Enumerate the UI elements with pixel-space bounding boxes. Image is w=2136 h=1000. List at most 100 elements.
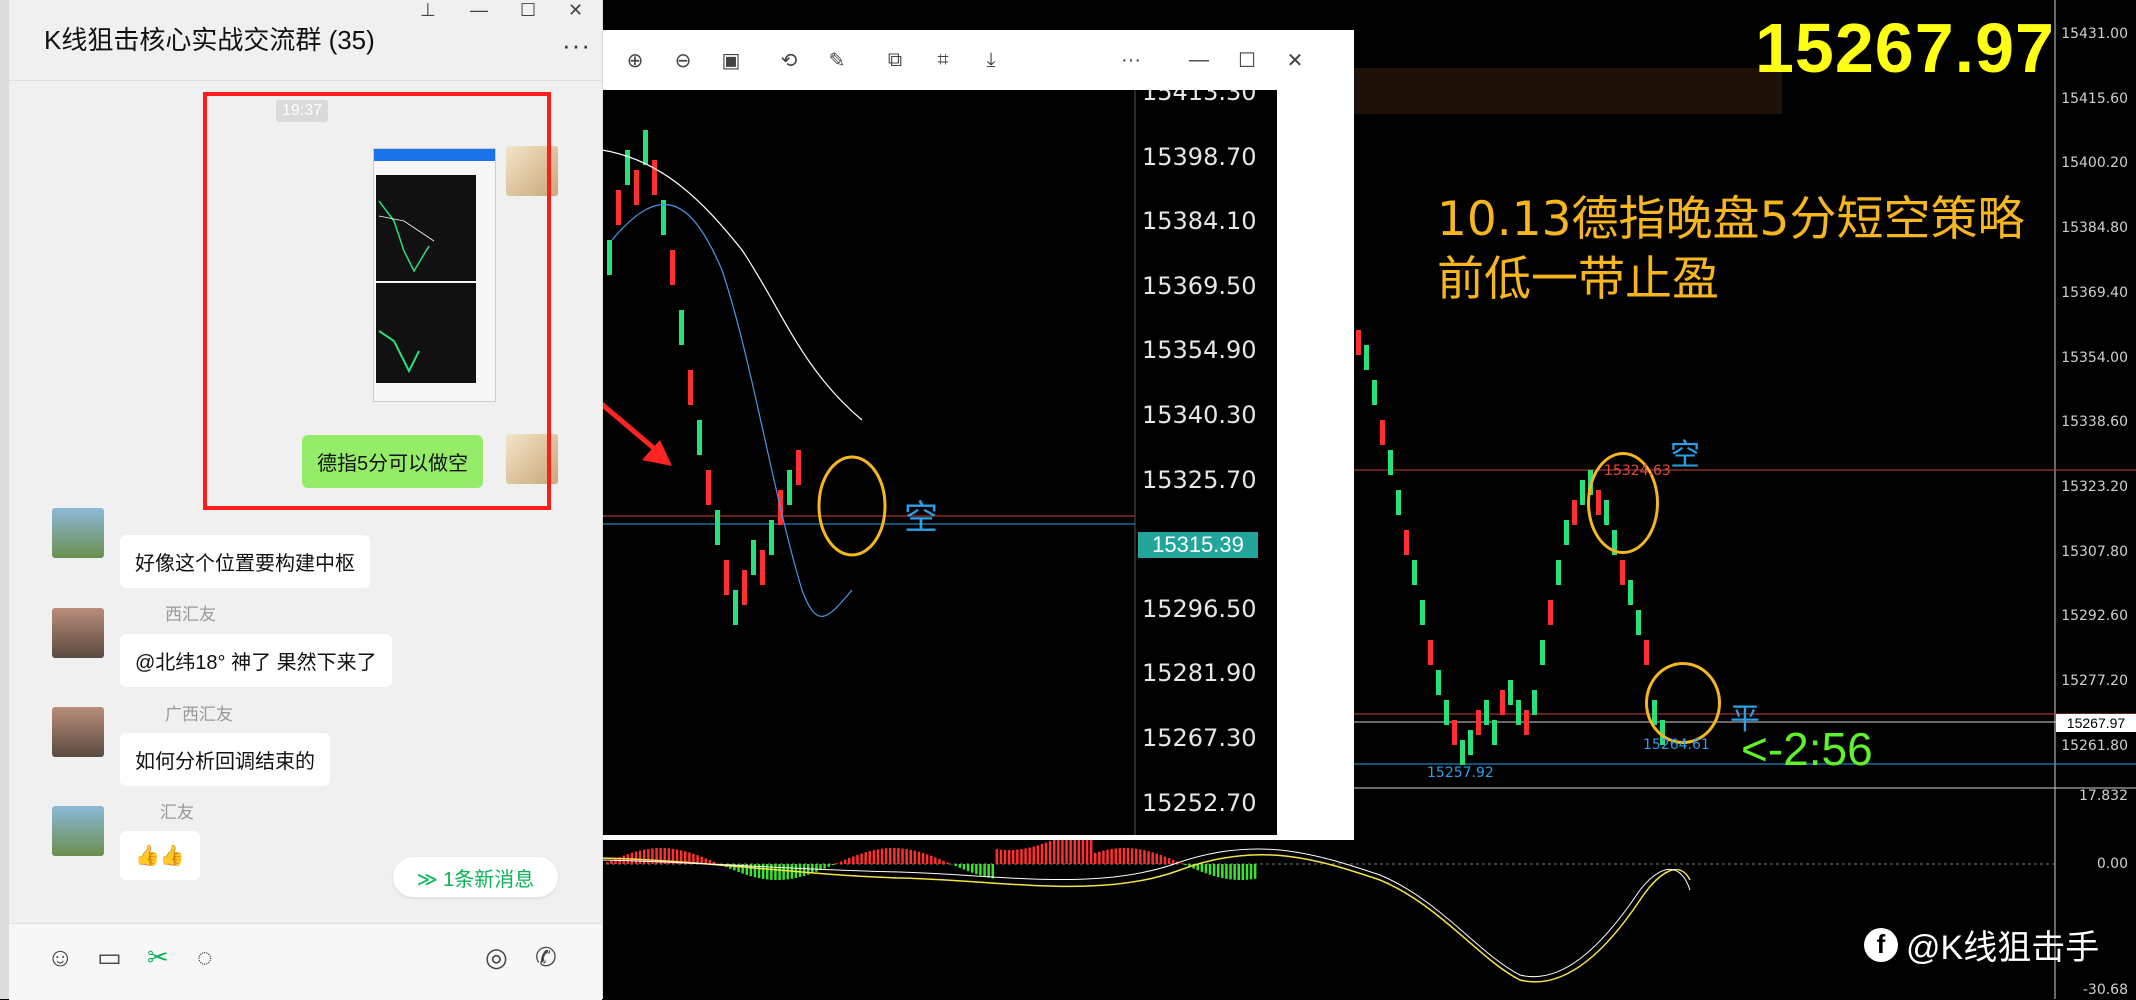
fit-icon[interactable]: ▣ bbox=[716, 45, 746, 75]
download-icon[interactable]: ⤓ bbox=[976, 45, 1006, 75]
macd-bar bbox=[1242, 864, 1245, 880]
macd-bar bbox=[992, 864, 995, 878]
price-axis-label: 15292.60 bbox=[2061, 608, 2128, 624]
member-avatar[interactable] bbox=[52, 806, 104, 856]
info-band bbox=[1354, 68, 1782, 114]
macd-bar bbox=[987, 864, 990, 878]
candle bbox=[697, 420, 702, 455]
record-icon[interactable]: ◎ bbox=[485, 942, 508, 973]
macd-bar bbox=[610, 860, 613, 864]
close-icon[interactable]: ✕ bbox=[568, 0, 583, 21]
chat-window[interactable]: K线狙击核心实战交流群 (35) ··· ⊥ — ☐ ✕ 19:37 德指5分可… bbox=[0, 0, 603, 999]
macd-bar bbox=[1221, 864, 1224, 878]
candle bbox=[1380, 420, 1385, 445]
macd-bar bbox=[979, 864, 982, 875]
candle bbox=[1540, 640, 1545, 665]
macd-bar bbox=[1008, 850, 1011, 864]
macd-bar bbox=[930, 856, 933, 864]
viewer-price-label: 15252.70 bbox=[1142, 789, 1257, 817]
crop-icon[interactable]: ⧉ bbox=[880, 45, 910, 75]
price-axis-label: 15261.80 bbox=[2061, 738, 2128, 754]
member-avatar[interactable] bbox=[52, 508, 104, 558]
macd-bar bbox=[873, 850, 876, 864]
macd-bar bbox=[860, 853, 863, 864]
candle bbox=[1356, 330, 1361, 355]
macd-bar bbox=[1250, 864, 1253, 879]
member-avatar[interactable] bbox=[52, 707, 104, 757]
macd-bar bbox=[1123, 848, 1126, 864]
macd-axis-label: 17.832 bbox=[2079, 788, 2128, 804]
price-axis-label: 15369.40 bbox=[2061, 285, 2128, 301]
folder-icon[interactable]: ▭ bbox=[97, 942, 122, 973]
macd-bar bbox=[832, 864, 835, 865]
macd-bar bbox=[975, 864, 978, 874]
viewer-price-label: 15369.50 bbox=[1142, 272, 1257, 300]
macd-bar bbox=[1184, 864, 1187, 865]
price-axis-label: 15323.20 bbox=[2061, 479, 2128, 495]
message-bubble: 如何分析回调结束的 bbox=[120, 733, 330, 786]
pin-icon[interactable]: ⊥ bbox=[420, 0, 436, 21]
candle bbox=[1572, 500, 1577, 525]
more-icon[interactable]: ··· bbox=[562, 30, 591, 61]
maximize-icon[interactable]: ☐ bbox=[520, 0, 536, 21]
minimize-icon[interactable]: — bbox=[470, 0, 488, 21]
macd-bar bbox=[938, 859, 941, 864]
macd-bar bbox=[955, 864, 958, 866]
macd-bar bbox=[1004, 850, 1007, 864]
facebook-icon: f bbox=[1864, 928, 1898, 962]
macd-bar bbox=[1028, 848, 1031, 864]
rotate-icon[interactable]: ⟲ bbox=[774, 45, 804, 75]
image-viewer-window[interactable]: ⊕ ⊖ ▣ ⟲ ✎ ⧉ ⌗ ⤓ ··· — ☐ ✕ 15413.3015398.… bbox=[602, 30, 1354, 840]
macd-bar bbox=[885, 848, 888, 864]
candle bbox=[634, 170, 639, 205]
candle bbox=[652, 160, 657, 195]
macd-bar bbox=[1213, 864, 1216, 876]
chat-title: K线狙击核心实战交流群 (35) bbox=[44, 20, 375, 57]
macd-bar bbox=[963, 864, 966, 870]
call-icon[interactable]: ✆ bbox=[535, 942, 557, 973]
zoom-out-icon[interactable]: ⊖ bbox=[668, 45, 698, 75]
emoji-icon[interactable]: ☺ bbox=[47, 942, 74, 973]
candle bbox=[643, 130, 648, 165]
message-bubble: 好像这个位置要构建中枢 bbox=[120, 535, 370, 588]
macd-bar bbox=[1156, 854, 1159, 864]
close-icon[interactable]: ✕ bbox=[1280, 45, 1310, 75]
macd-bar bbox=[934, 857, 937, 864]
macd-bar bbox=[799, 864, 802, 877]
viewer-price-label: 15413.30 bbox=[1142, 90, 1257, 106]
chat-icon[interactable]: ◌ bbox=[197, 942, 212, 973]
candle bbox=[742, 570, 747, 605]
divider bbox=[9, 80, 602, 81]
macd-bar bbox=[623, 856, 626, 864]
viewer-image: 15413.3015398.7015384.1015369.5015354.90… bbox=[602, 90, 1277, 835]
price-tag: 15267.97 bbox=[2056, 714, 2136, 732]
macd-bar bbox=[815, 864, 818, 872]
macd-bar bbox=[1024, 848, 1027, 864]
price-axis-label: 15400.20 bbox=[2061, 155, 2128, 171]
ocr-icon[interactable]: ⌗ bbox=[928, 45, 958, 75]
macd-bar bbox=[905, 849, 908, 864]
minimize-icon[interactable]: — bbox=[1184, 45, 1214, 75]
scissors-icon[interactable]: ✂ bbox=[147, 942, 169, 973]
new-message-button[interactable]: ≫ 1条新消息 bbox=[393, 857, 558, 897]
edit-icon[interactable]: ✎ bbox=[822, 45, 852, 75]
macd-bar bbox=[1012, 850, 1015, 864]
macd-bar bbox=[922, 853, 925, 864]
candle bbox=[1564, 520, 1569, 545]
member-name: 广西汇友 bbox=[165, 700, 233, 725]
more-icon[interactable]: ··· bbox=[1116, 45, 1146, 75]
macd-bar bbox=[1160, 855, 1163, 864]
macd-bar bbox=[1106, 850, 1109, 864]
macd-bar bbox=[1143, 850, 1146, 864]
candle bbox=[1620, 560, 1625, 585]
macd-bar bbox=[864, 852, 867, 864]
macd-bar bbox=[1045, 843, 1048, 864]
current-price-display: 15267.97 bbox=[1755, 8, 2055, 88]
macd-bar bbox=[1205, 864, 1208, 873]
maximize-icon[interactable]: ☐ bbox=[1232, 45, 1262, 75]
price-axis-label: 15384.80 bbox=[2061, 220, 2128, 236]
member-avatar[interactable] bbox=[52, 608, 104, 658]
zoom-in-icon[interactable]: ⊕ bbox=[620, 45, 650, 75]
candle bbox=[670, 250, 675, 285]
candle bbox=[1508, 680, 1513, 705]
